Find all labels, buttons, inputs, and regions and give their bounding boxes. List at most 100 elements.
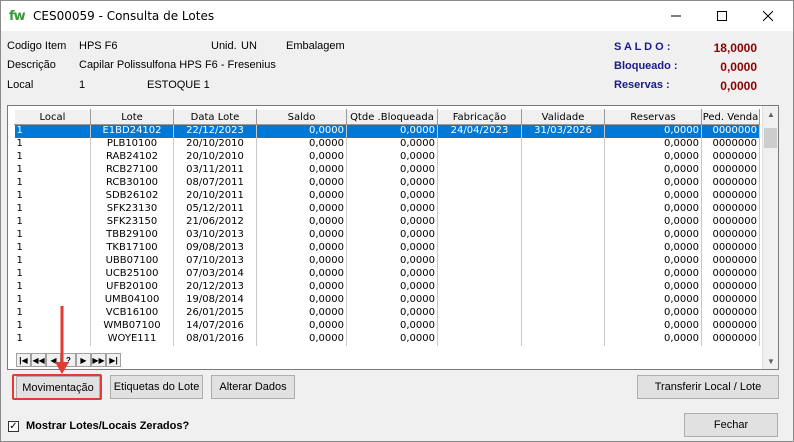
unid-value: UN	[241, 40, 257, 52]
table-cell: WOYE111	[90, 332, 174, 346]
lotes-grid[interactable]: Local Lote Data Lote Saldo Qtde .Bloqueada Fa…	[7, 105, 779, 370]
unid-label: Unid.	[211, 40, 237, 52]
table-cell	[521, 150, 605, 164]
local-value: 1	[79, 79, 86, 91]
table-cell: E1BD24102	[90, 124, 174, 138]
table-row[interactable]: 1 PLB10100 20/10/2010 0,0000 0,0000 0,0000 000…	[14, 137, 760, 151]
next-record-icon[interactable]: ▶	[76, 353, 91, 367]
descricao-value: Capilar Polissulfona HPS F6 - Fresenius	[79, 59, 276, 71]
table-cell: 0,0000	[604, 137, 702, 151]
maximize-icon	[717, 11, 727, 21]
table-cell: UMB04100	[90, 293, 174, 307]
alterar-dados-button[interactable]: Alterar Dados	[211, 375, 295, 399]
table-cell: 0000000	[701, 137, 760, 151]
table-row[interactable]: 1 UBB07100 07/10/2013 0,0000 0,0000 0,0000 000…	[14, 254, 760, 268]
saldo-value: 18,0000	[713, 41, 757, 55]
table-cell: 0000000	[701, 124, 760, 138]
first-record-icon[interactable]: |◀	[16, 353, 31, 367]
column-header[interactable]: Local	[14, 109, 91, 125]
table-row[interactable]: 1 SFK23130 05/12/2011 0,0000 0,0000 0,0000 000…	[14, 202, 760, 216]
table-cell	[437, 319, 522, 333]
scroll-up-icon[interactable]: ▲	[763, 106, 778, 122]
table-cell: 0,0000	[256, 254, 347, 268]
table-cell: 19/08/2014	[173, 293, 257, 307]
table-cell: SFK23130	[90, 202, 174, 216]
table-cell: 0,0000	[256, 267, 347, 281]
table-row[interactable]: 1 UMB04100 19/08/2014 0,0000 0,0000 0,0000 000…	[14, 293, 760, 307]
codigo-item-label: Codigo Item	[7, 40, 67, 52]
table-cell: 0,0000	[604, 241, 702, 255]
table-cell	[437, 293, 522, 307]
table-cell	[521, 137, 605, 151]
last-record-icon[interactable]: ▶|	[106, 353, 121, 367]
scroll-thumb[interactable]	[764, 128, 777, 148]
vertical-scrollbar[interactable]: ▲ ▼	[762, 106, 778, 369]
table-cell: 0,0000	[604, 215, 702, 229]
transferir-local-lote-button[interactable]: Transferir Local / Lote	[637, 375, 779, 399]
table-row[interactable]: 1 UCB25100 07/03/2014 0,0000 0,0000 0,0000 000…	[14, 267, 760, 281]
table-row[interactable]: 1 RCB27100 03/11/2011 0,0000 0,0000 0,0000 000…	[14, 163, 760, 177]
table-cell: 1	[14, 150, 91, 164]
mostrar-zerados-label[interactable]: Mostrar Lotes/Locais Zerados?	[26, 420, 189, 432]
table-row[interactable]: 1 TBB29100 03/10/2013 0,0000 0,0000 0,0000 000…	[14, 228, 760, 242]
table-cell: 0,0000	[604, 254, 702, 268]
close-window-button[interactable]	[745, 1, 791, 31]
table-row[interactable]: 1 UFB20100 20/12/2013 0,0000 0,0000 0,0000 000…	[14, 280, 760, 294]
next-page-icon[interactable]: ▶▶	[91, 353, 106, 367]
column-header[interactable]: Lote	[90, 109, 174, 125]
table-cell: 08/07/2011	[173, 176, 257, 190]
table-cell	[437, 332, 522, 346]
column-header[interactable]: Fabricação	[437, 109, 522, 125]
table-cell: 0,0000	[256, 306, 347, 320]
table-cell: 0,0000	[604, 319, 702, 333]
table-cell	[437, 228, 522, 242]
table-cell: 0,0000	[256, 163, 347, 177]
table-cell: 1	[14, 189, 91, 203]
table-cell: 20/10/2010	[173, 137, 257, 151]
table-row[interactable]: 1 E1BD24102 22/12/2023 0,0000 0,0000 24/04/20…	[14, 124, 760, 138]
column-header[interactable]: Saldo	[256, 109, 347, 125]
table-cell: 03/10/2013	[173, 228, 257, 242]
table-row[interactable]: 1 TKB17100 09/08/2013 0,0000 0,0000 0,0000 000…	[14, 241, 760, 255]
maximize-button[interactable]	[699, 1, 745, 31]
table-row[interactable]: 1 SDB26102 20/10/2011 0,0000 0,0000 0,0000 000…	[14, 189, 760, 203]
table-cell: 05/12/2011	[173, 202, 257, 216]
table-cell: 0,0000	[346, 215, 438, 229]
table-row[interactable]: 1 SFK23150 21/06/2012 0,0000 0,0000 0,0000 000…	[14, 215, 760, 229]
table-cell: 20/10/2011	[173, 189, 257, 203]
table-cell: 0,0000	[256, 202, 347, 216]
column-header[interactable]: Reservas	[604, 109, 702, 125]
table-cell: 1	[14, 332, 91, 346]
table-cell	[521, 293, 605, 307]
table-row[interactable]: 1 RAB24102 20/10/2010 0,0000 0,0000 0,0000 000…	[14, 150, 760, 164]
table-cell: 1	[14, 254, 91, 268]
column-header[interactable]: Data Lote	[173, 109, 257, 125]
fechar-button[interactable]: Fechar	[684, 413, 778, 437]
table-cell: 1	[14, 306, 91, 320]
table-cell: 14/07/2016	[173, 319, 257, 333]
table-cell: 0,0000	[256, 280, 347, 294]
table-row[interactable]: 1 VCB16100 26/01/2015 0,0000 0,0000 0,0000 000…	[14, 306, 760, 320]
table-cell	[437, 202, 522, 216]
table-row[interactable]: 1 WMB07100 14/07/2016 0,0000 0,0000 0,0000 000…	[14, 319, 760, 333]
column-header[interactable]: Validade	[521, 109, 605, 125]
table-cell	[437, 176, 522, 190]
table-cell: 0,0000	[256, 241, 347, 255]
prior-page-icon[interactable]: ◀◀	[31, 353, 46, 367]
etiquetas-lote-button[interactable]: Etiquetas do Lote	[110, 375, 203, 399]
table-cell: 1	[14, 163, 91, 177]
mostrar-zerados-checkbox[interactable]: ✓	[8, 421, 19, 432]
table-cell: 0000000	[701, 267, 760, 281]
table-cell: RCB27100	[90, 163, 174, 177]
minimize-button[interactable]	[653, 1, 699, 31]
table-cell: 0000000	[701, 202, 760, 216]
table-cell: 0,0000	[604, 293, 702, 307]
column-header[interactable]: Ped. Venda	[701, 109, 760, 125]
table-cell: 0,0000	[256, 293, 347, 307]
table-cell: SFK23150	[90, 215, 174, 229]
column-header[interactable]: Qtde .Bloqueada	[346, 109, 438, 125]
table-row[interactable]: 1 RCB30100 08/07/2011 0,0000 0,0000 0,0000 000…	[14, 176, 760, 190]
table-cell	[521, 163, 605, 177]
scroll-down-icon[interactable]: ▼	[763, 353, 778, 369]
table-row[interactable]: 1 WOYE111 08/01/2016 0,0000 0,0000 0,0000 0000…	[14, 332, 760, 346]
